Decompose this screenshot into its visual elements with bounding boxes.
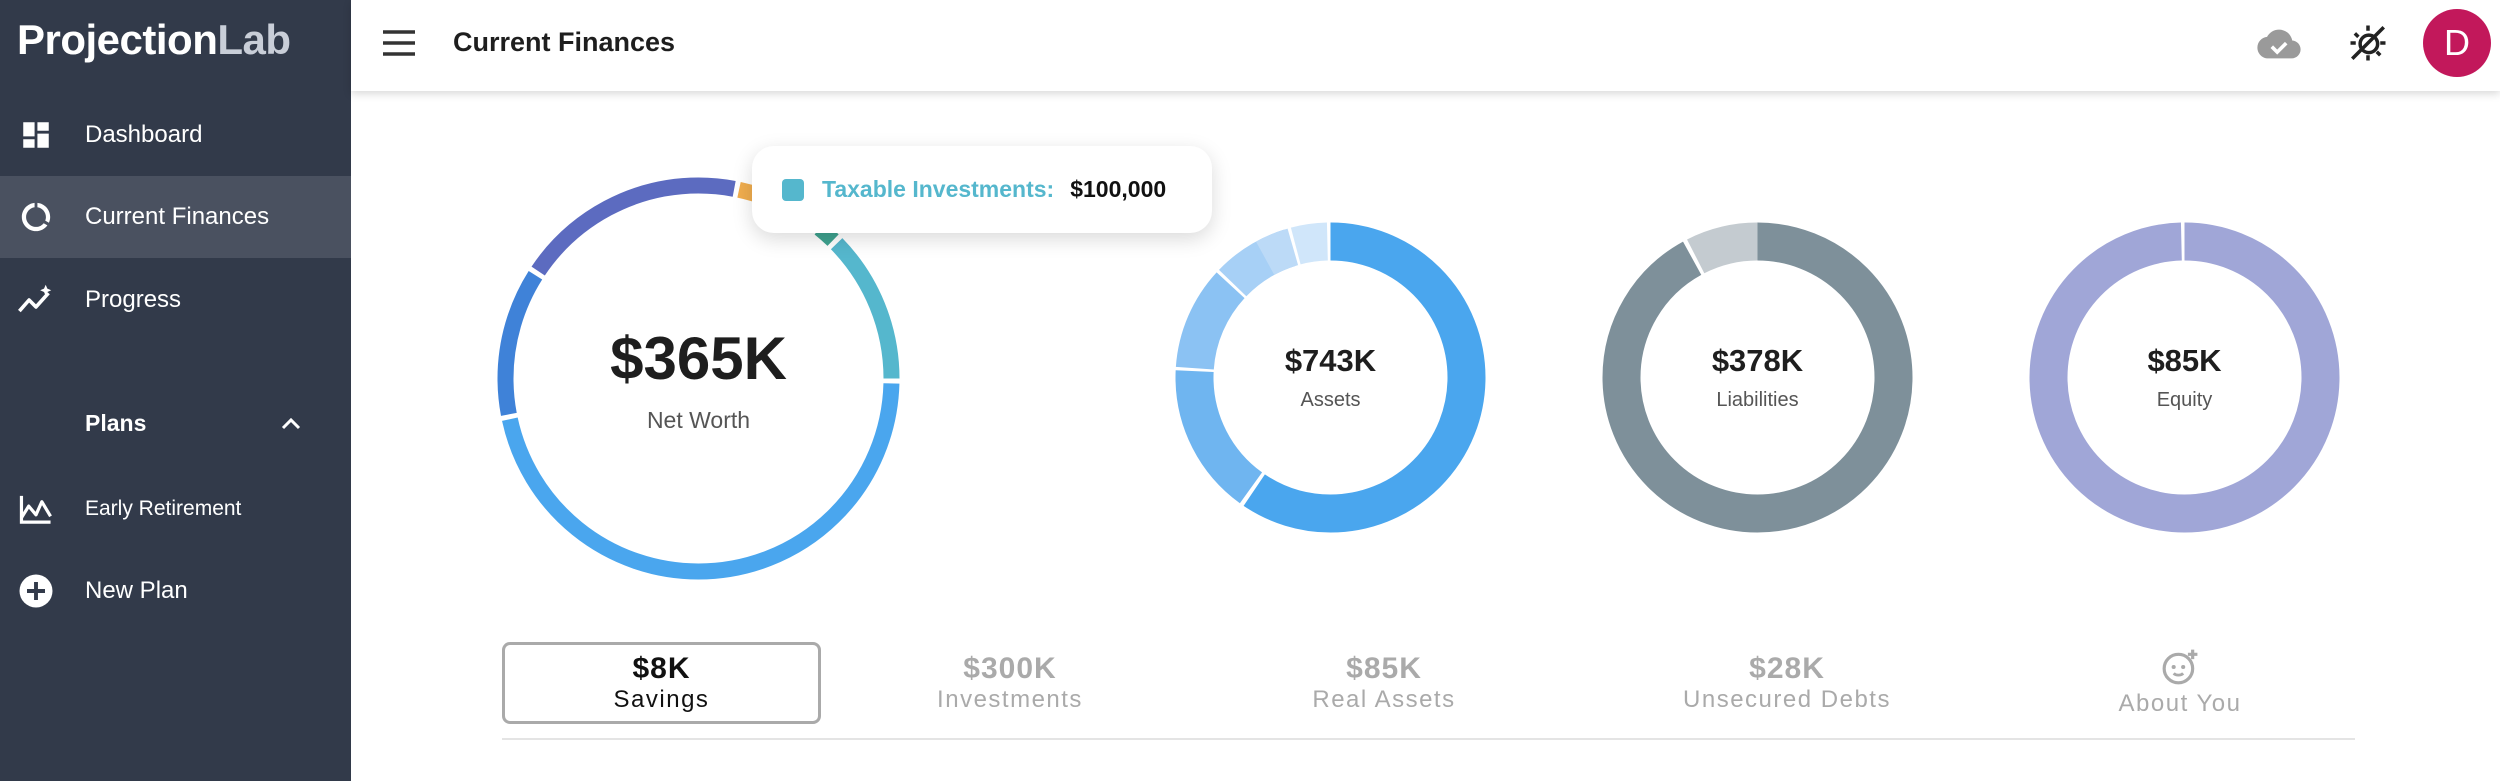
- sidebar-item-label: Early Retirement: [85, 497, 242, 520]
- net-worth-center: $365K Net Worth: [497, 177, 900, 580]
- tab-unsecured-debts[interactable]: $28K Unsecured Debts: [1637, 642, 1937, 724]
- sidebar-item-label: Current Finances: [85, 203, 270, 230]
- page-title: Current Finances: [453, 27, 676, 57]
- chart-tooltip: Taxable Investments: $100,000: [752, 146, 1212, 233]
- equity-value: $85K: [2147, 343, 2222, 378]
- assets-label: Assets: [1300, 389, 1361, 411]
- dashboard-icon: [18, 117, 54, 153]
- menu-icon[interactable]: [381, 28, 417, 58]
- theme-toggle-icon[interactable]: [2347, 22, 2389, 64]
- net-worth-value: $365K: [610, 324, 787, 392]
- tab-investments[interactable]: $300K Investments: [860, 642, 1160, 724]
- sidebar-item-early-retirement[interactable]: Early Retirement: [0, 468, 351, 550]
- tooltip-swatch: [782, 178, 804, 201]
- tab-real-assets[interactable]: $85K Real Assets: [1234, 642, 1534, 724]
- user-avatar[interactable]: D: [2423, 9, 2491, 77]
- add-circle-icon: [18, 573, 54, 609]
- face-plus-icon: [2161, 648, 2199, 686]
- sidebar-item-new-plan[interactable]: New Plan: [0, 550, 351, 632]
- sidebar-item-label: Dashboard: [85, 121, 203, 148]
- cloud-done-icon[interactable]: [2257, 26, 2301, 62]
- tab-savings[interactable]: $8K Savings: [502, 642, 821, 724]
- tooltip-value: $100,000: [1070, 176, 1167, 202]
- app-logo[interactable]: ProjectionLab: [17, 16, 291, 64]
- chevron-up-icon[interactable]: [279, 412, 303, 436]
- tab-label: Savings: [613, 686, 710, 713]
- equity-center: $85K Equity: [2029, 222, 2340, 533]
- sidebar-item-current-finances[interactable]: Current Finances: [0, 176, 351, 258]
- tab-value: $28K: [1749, 652, 1825, 685]
- assets-center: $743K Assets: [1175, 222, 1486, 533]
- top-bar: Current Finances D: [351, 0, 2500, 91]
- liabilities-value: $378K: [1711, 343, 1804, 378]
- tab-label: Investments: [937, 686, 1083, 713]
- net-worth-label: Net Worth: [646, 406, 751, 433]
- sidebar: ProjectionLab Dashboard Current Finances…: [0, 0, 351, 781]
- trending-up-icon: [18, 282, 54, 318]
- tooltip-label: Taxable Investments:: [822, 176, 1055, 202]
- sidebar-item-label: Progress: [85, 286, 182, 313]
- logo-accent-text: Lab: [217, 16, 291, 63]
- assets-value: $743K: [1284, 343, 1377, 378]
- sidebar-item-dashboard[interactable]: Dashboard: [0, 94, 351, 176]
- plans-heading: Plans: [85, 410, 147, 436]
- tabs-divider: [502, 738, 2355, 740]
- donut-chart-icon: [18, 199, 54, 235]
- area-chart-icon: [18, 491, 54, 527]
- tab-label: Unsecured Debts: [1683, 686, 1891, 713]
- tab-value: $85K: [1346, 652, 1422, 685]
- tab-about-you[interactable]: About You: [2030, 642, 2330, 724]
- tab-value: $300K: [963, 652, 1057, 685]
- liabilities-center: $378K Liabilities: [1602, 222, 1913, 533]
- logo-main-text: Projection: [17, 16, 218, 63]
- tab-label: About You: [2118, 690, 2242, 717]
- sidebar-item-label: New Plan: [85, 577, 188, 604]
- equity-label: Equity: [2156, 389, 2213, 411]
- tab-label: Real Assets: [1312, 686, 1456, 713]
- liabilities-label: Liabilities: [1716, 389, 1799, 411]
- tab-value: $8K: [632, 652, 691, 685]
- sidebar-item-progress[interactable]: Progress: [0, 259, 351, 341]
